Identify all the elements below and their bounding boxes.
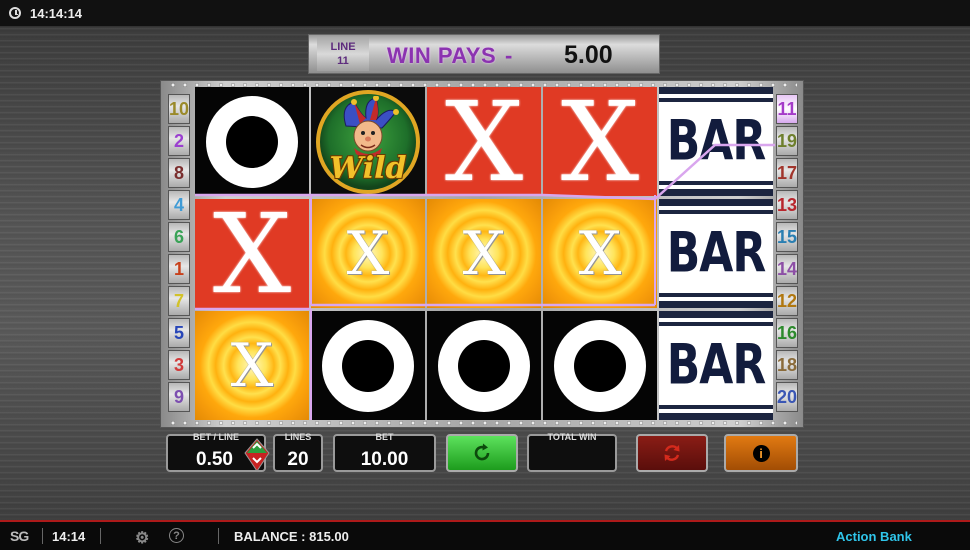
payline-indicator-2[interactable]: 2 xyxy=(168,126,190,156)
gold-x-symbol-icon: X xyxy=(462,218,506,289)
payline-indicator-20[interactable]: 20 xyxy=(776,382,798,412)
reel-1-row-1-symbol xyxy=(195,87,309,196)
total-win-display: TOTAL WIN xyxy=(527,432,617,472)
clock-icon xyxy=(9,7,21,19)
payline-indicator-7[interactable]: 7 xyxy=(168,286,190,316)
win-dash: - xyxy=(505,43,513,68)
payline-indicator-3[interactable]: 3 xyxy=(168,350,190,380)
payline-indicator-9[interactable]: 9 xyxy=(168,382,190,412)
reel-4-row-3-symbol xyxy=(543,311,657,420)
bottom-time: 14:14 xyxy=(52,529,86,544)
bar-symbol-text: BAR xyxy=(666,109,766,174)
spin-button[interactable] xyxy=(446,434,518,472)
bet-label: BET xyxy=(375,432,394,442)
gold-x-symbol-icon: X xyxy=(346,218,390,289)
o-symbol-icon xyxy=(438,319,530,412)
reel-1-row-2-symbol: X xyxy=(195,199,309,308)
payline-indicator-15[interactable]: 15 xyxy=(776,222,798,252)
lines-display[interactable]: LINES 20 xyxy=(273,432,323,472)
reel-2-row-2-symbol: X xyxy=(311,199,425,308)
info-button[interactable]: i xyxy=(724,434,798,472)
reel-5-row-3-symbol: BAR xyxy=(659,311,773,420)
gear-icon[interactable]: ⚙ xyxy=(135,528,149,548)
wild-label: Wild xyxy=(329,150,407,186)
sg-logo: SG xyxy=(10,528,29,544)
reel-grid: Wild X X BAR X X X X BAR X BAR xyxy=(195,87,773,420)
separator xyxy=(42,528,43,544)
x-symbol-icon: X xyxy=(560,87,640,196)
reel-5-row-2-symbol: BAR xyxy=(659,199,773,308)
win-line-number: 11 xyxy=(337,55,349,67)
separator xyxy=(218,528,219,544)
game-name: Action Bank xyxy=(836,529,912,544)
payline-indicator-6[interactable]: 6 xyxy=(168,222,190,252)
frame-rivets-bottom xyxy=(167,420,797,426)
gold-x-symbol-icon: X xyxy=(578,218,622,289)
win-line-label: LINE xyxy=(330,41,356,53)
top-status-bar: 14:14:14 xyxy=(0,0,970,27)
gold-x-symbol-icon: X xyxy=(230,330,274,401)
reel-2-row-3-symbol xyxy=(311,311,425,420)
payline-indicator-10[interactable]: 10 xyxy=(168,94,190,124)
o-symbol-icon xyxy=(322,319,414,412)
bet-value: 10.00 xyxy=(360,449,409,470)
bet-adjust-icon[interactable] xyxy=(244,438,270,472)
x-symbol-icon: X xyxy=(212,199,292,308)
win-line-box: LINE 11 xyxy=(317,37,369,71)
reel-4-row-2-symbol: X xyxy=(543,199,657,308)
bar-symbol-text: BAR xyxy=(666,333,766,398)
payline-indicator-16[interactable]: 16 xyxy=(776,318,798,348)
bottom-status-bar: SG 14:14 ⚙ ? BALANCE : 815.00 Action Ban… xyxy=(0,520,970,550)
x-symbol-icon: X xyxy=(444,87,524,196)
info-icon: i xyxy=(752,444,770,462)
payline-indicator-13[interactable]: 13 xyxy=(776,190,798,220)
bar-symbol-text: BAR xyxy=(666,221,766,286)
autoplay-button[interactable] xyxy=(636,434,708,472)
lines-label: LINES xyxy=(284,432,312,442)
bet-display[interactable]: BET 10.00 xyxy=(333,432,436,472)
lines-value: 20 xyxy=(287,449,309,470)
payline-indicator-1[interactable]: 1 xyxy=(168,254,190,284)
win-banner: LINE 11 WIN PAYS - 5.00 xyxy=(308,34,660,74)
total-win-label: TOTAL WIN xyxy=(547,432,597,442)
payline-indicator-19[interactable]: 19 xyxy=(776,126,798,156)
payline-indicator-4[interactable]: 4 xyxy=(168,190,190,220)
autoplay-icon xyxy=(664,445,680,461)
right-payline-indicators: 11 19 17 13 15 14 12 16 18 20 xyxy=(776,94,798,412)
left-payline-indicators: 10 2 8 4 6 1 7 5 3 9 xyxy=(168,94,190,412)
wild-symbol-icon: Wild xyxy=(316,89,420,194)
payline-indicator-14[interactable]: 14 xyxy=(776,254,798,284)
payline-indicator-8[interactable]: 8 xyxy=(168,158,190,188)
balance-display: BALANCE : 815.00 xyxy=(234,529,349,544)
win-amount: 5.00 xyxy=(564,41,613,69)
help-icon[interactable]: ? xyxy=(169,528,184,543)
top-time: 14:14:14 xyxy=(30,5,83,21)
separator xyxy=(100,528,101,544)
win-pays-label: WIN PAYS xyxy=(387,43,497,68)
reel-3-row-3-symbol xyxy=(427,311,541,420)
reel-3-row-1-symbol: X xyxy=(427,87,541,196)
reel-4-row-1-symbol: X xyxy=(543,87,657,196)
reel-5-row-1-symbol: BAR xyxy=(659,87,773,196)
payline-indicator-11[interactable]: 11 xyxy=(776,94,798,124)
o-symbol-icon xyxy=(554,319,646,412)
payline-indicator-12[interactable]: 12 xyxy=(776,286,798,316)
reel-1-row-3-symbol: X xyxy=(195,311,309,420)
reel-3-row-2-symbol: X xyxy=(427,199,541,308)
o-symbol-icon xyxy=(206,95,298,188)
payline-indicator-17[interactable]: 17 xyxy=(776,158,798,188)
payline-indicator-5[interactable]: 5 xyxy=(168,318,190,348)
refresh-icon xyxy=(474,443,490,461)
payline-indicator-18[interactable]: 18 xyxy=(776,350,798,380)
reel-2-row-1-symbol: Wild xyxy=(311,87,425,196)
